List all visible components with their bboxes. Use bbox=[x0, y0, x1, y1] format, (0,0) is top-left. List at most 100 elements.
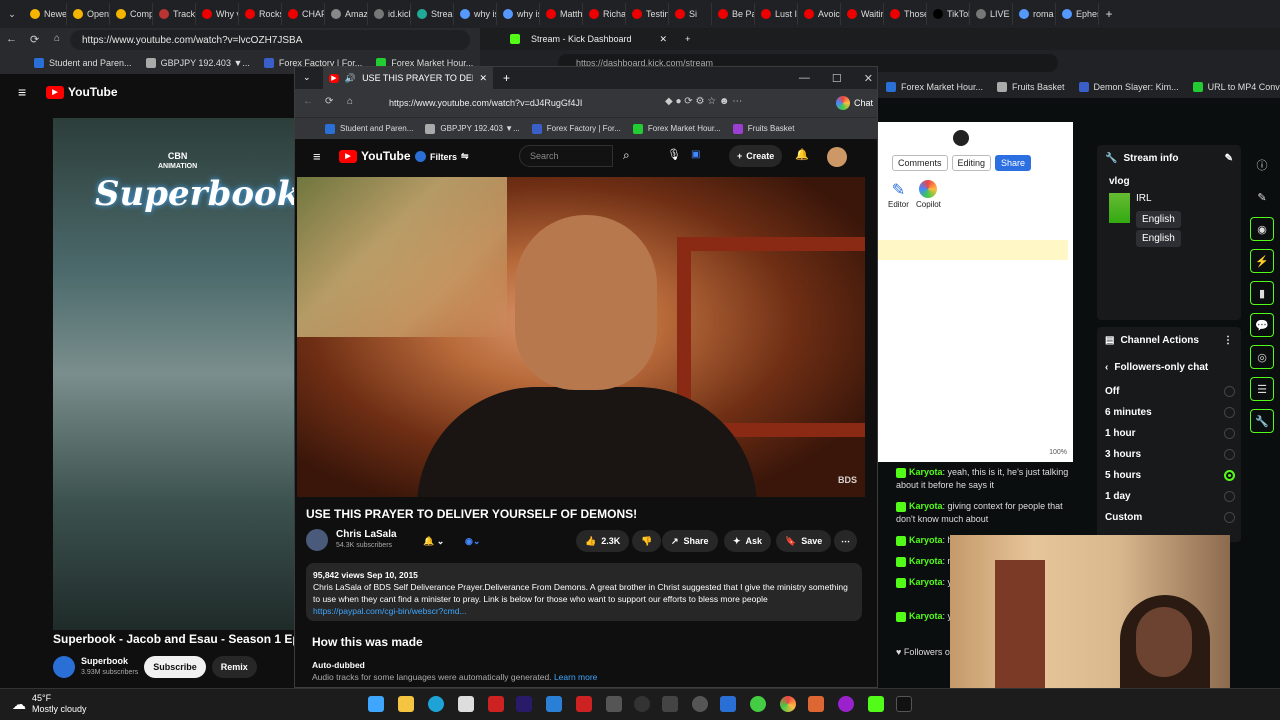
browser-tab[interactable]: Waitir bbox=[841, 3, 884, 25]
notifications-button[interactable]: 🔔 ⌄ bbox=[414, 530, 453, 552]
front-active-tab[interactable]: ▶ 🔊 USE THIS PRAYER TO DELIVER ✕ bbox=[323, 67, 493, 89]
browser-tab[interactable]: why is bbox=[497, 3, 540, 25]
bookmark-item[interactable]: Demon Slayer: Kim... bbox=[1078, 82, 1179, 92]
windows-start-icon[interactable] bbox=[368, 696, 384, 712]
chat-icon[interactable]: 💬 bbox=[1250, 313, 1274, 337]
create-button[interactable]: + Create bbox=[729, 145, 783, 167]
wrench-icon[interactable]: 🔧 bbox=[1250, 409, 1274, 433]
reload-icon[interactable]: ⟳ bbox=[325, 96, 333, 107]
tab-list-icon[interactable]: ⌄ bbox=[303, 72, 311, 83]
calculator-icon[interactable] bbox=[662, 696, 678, 712]
bell-icon[interactable]: 🔔 bbox=[795, 148, 809, 161]
followers-option[interactable]: 6 minutes bbox=[1097, 402, 1241, 423]
bookmark-item[interactable]: Forex Factory | For... bbox=[531, 123, 621, 134]
browser-tab[interactable]: Matth bbox=[540, 3, 583, 25]
browser-tab[interactable]: Why v bbox=[196, 3, 239, 25]
radio-button[interactable] bbox=[1224, 491, 1235, 502]
bookmark-item[interactable]: GBPJPY 192.403 ▼... bbox=[145, 58, 250, 68]
browser-tab[interactable]: Be Pa bbox=[712, 3, 755, 25]
youtube-logo[interactable]: ▶ YouTube bbox=[46, 85, 118, 99]
browser-tab[interactable]: Comp bbox=[110, 3, 153, 25]
app-icon[interactable] bbox=[692, 696, 708, 712]
close-tab-icon[interactable]: ✕ bbox=[479, 73, 487, 84]
followers-option[interactable]: Custom bbox=[1097, 507, 1241, 528]
acrobat-icon[interactable] bbox=[576, 696, 592, 712]
pencil-icon[interactable]: ✎ bbox=[1250, 185, 1274, 209]
home-icon[interactable]: ⌂ bbox=[54, 33, 60, 44]
store-icon[interactable] bbox=[458, 696, 474, 712]
radio-button[interactable] bbox=[1224, 428, 1235, 439]
app-icon[interactable] bbox=[720, 696, 736, 712]
extension-icon[interactable]: ▣ bbox=[691, 149, 700, 160]
like-button[interactable]: 👍 2.3K bbox=[576, 530, 630, 552]
learn-more-link[interactable]: Learn more bbox=[554, 672, 597, 682]
save-button[interactable]: 🔖 Save bbox=[776, 530, 832, 552]
remix-button[interactable]: Remix bbox=[211, 656, 257, 678]
browser-tab[interactable]: LIVE C bbox=[970, 3, 1013, 25]
new-tab-icon[interactable]: + bbox=[1099, 7, 1119, 21]
browser-tab[interactable]: Those bbox=[884, 3, 927, 25]
edge-icon[interactable] bbox=[428, 696, 444, 712]
new-tab-icon[interactable]: + bbox=[685, 34, 690, 44]
bookmark-item[interactable]: URL to MP4 Conve... bbox=[1192, 82, 1280, 92]
followers-option[interactable]: 1 day bbox=[1097, 486, 1241, 507]
bookmark-item[interactable]: Student and Paren... bbox=[325, 123, 413, 134]
browser-tab[interactable]: Avoic bbox=[798, 3, 841, 25]
browser-tab[interactable]: Ephes bbox=[1056, 3, 1099, 25]
followers-option[interactable]: 3 hours bbox=[1097, 444, 1241, 465]
bookmark-item[interactable]: GBPJPY 192.403 ▼... bbox=[425, 123, 520, 134]
browser-tab[interactable]: Strea bbox=[411, 3, 454, 25]
tab-list-icon[interactable]: ⌄ bbox=[0, 9, 24, 20]
radio-button[interactable] bbox=[1224, 407, 1235, 418]
channel-avatar[interactable] bbox=[306, 529, 328, 551]
browser-tab[interactable]: Open bbox=[67, 3, 110, 25]
maximize-icon[interactable]: ☐ bbox=[832, 72, 842, 85]
browser-tab[interactable]: TikTok bbox=[927, 3, 970, 25]
reload-icon[interactable]: ⟳ bbox=[30, 33, 39, 46]
editor-button[interactable]: ✎ Editor bbox=[888, 180, 909, 209]
browser-tab[interactable]: Newe bbox=[24, 3, 67, 25]
radio-button[interactable] bbox=[1224, 470, 1235, 481]
app-icon[interactable] bbox=[808, 696, 824, 712]
bookmark-item[interactable]: Fruits Basket bbox=[997, 82, 1065, 92]
info-icon[interactable]: ⓘ bbox=[1250, 153, 1274, 177]
speaker-icon[interactable]: 🔊 bbox=[345, 73, 356, 84]
front-address-bar[interactable]: https://www.youtube.com/watch?v=dJ4RugGf… bbox=[369, 94, 649, 112]
back-icon[interactable]: ← bbox=[6, 33, 17, 45]
list-icon[interactable]: ☰ bbox=[1250, 377, 1274, 401]
file-explorer-icon[interactable] bbox=[398, 696, 414, 712]
chat-username[interactable]: Karyota bbox=[909, 577, 943, 587]
obs-icon[interactable] bbox=[634, 696, 650, 712]
more-icon[interactable]: ⋮ bbox=[1223, 335, 1233, 346]
browser-tab[interactable]: CHAP bbox=[282, 3, 325, 25]
mic-icon[interactable]: 🎙 bbox=[667, 148, 681, 161]
chat-username[interactable]: Karyota bbox=[909, 556, 943, 566]
radio-button[interactable] bbox=[1224, 512, 1235, 523]
browser-tab[interactable]: Si bbox=[669, 3, 712, 25]
extensions-icon[interactable]: ◆ ● ⟳ ⚙ ☆ ☻ ⋯ bbox=[665, 96, 742, 107]
home-icon[interactable]: ⌂ bbox=[347, 96, 353, 107]
share-button[interactable]: ↗ Share bbox=[662, 530, 718, 552]
app-icon[interactable] bbox=[606, 696, 622, 712]
youtube-logo[interactable]: ▶ YouTube bbox=[339, 149, 411, 163]
close-tab-icon[interactable]: ✕ bbox=[660, 34, 668, 45]
chrome-icon[interactable] bbox=[780, 696, 796, 712]
comments-button[interactable]: Comments bbox=[892, 155, 948, 171]
back-icon[interactable]: ← bbox=[303, 96, 313, 107]
bookmark-item[interactable]: Student and Paren... bbox=[34, 58, 132, 68]
minimize-icon[interactable]: — bbox=[799, 72, 810, 84]
browser-tab[interactable]: Richa bbox=[583, 3, 626, 25]
browser-tab[interactable]: Rocks bbox=[239, 3, 282, 25]
search-icon[interactable]: ⌕ bbox=[623, 148, 630, 163]
browser-tab[interactable]: Amaz bbox=[325, 3, 368, 25]
filters-button[interactable]: Filters ⇋ bbox=[415, 151, 469, 162]
bolt-icon[interactable]: ⚡ bbox=[1250, 249, 1274, 273]
dislike-button[interactable]: 👎 bbox=[632, 530, 662, 552]
share-button[interactable]: Share bbox=[995, 155, 1032, 171]
chat-button[interactable]: Chat bbox=[835, 93, 873, 113]
extension-button[interactable]: ◉⌄ bbox=[456, 530, 489, 552]
search-input[interactable]: Search bbox=[519, 145, 613, 167]
browser-tab[interactable]: Testin bbox=[626, 3, 669, 25]
followers-option[interactable]: 1 hour bbox=[1097, 423, 1241, 444]
weather-widget[interactable]: ☁ 45°F Mostly cloudy bbox=[12, 693, 87, 715]
